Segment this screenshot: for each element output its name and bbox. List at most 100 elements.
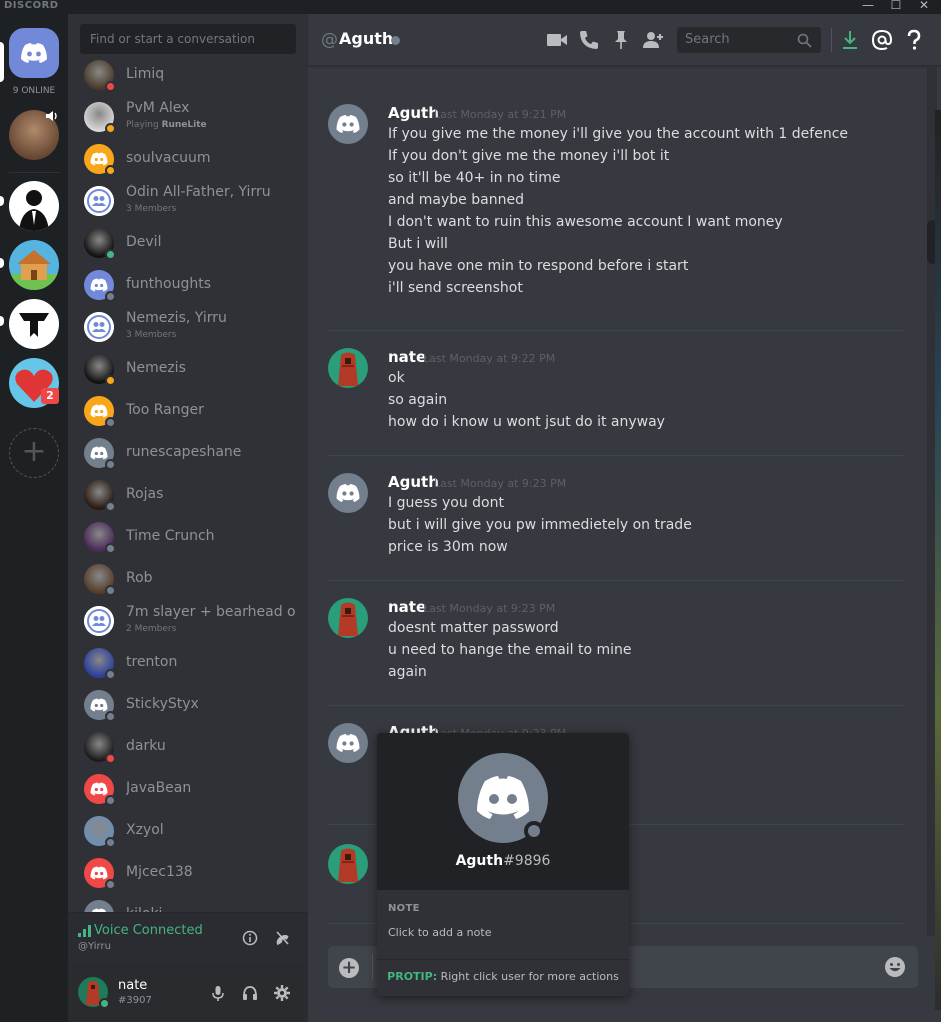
- download-icon[interactable]: [838, 28, 862, 52]
- dm-item[interactable]: kiloki: [68, 894, 308, 912]
- header-divider: [831, 28, 832, 52]
- dm-item[interactable]: PvM Alex Playing RuneLite: [68, 96, 308, 138]
- microphone-icon[interactable]: [209, 984, 227, 1002]
- mention-badge: 2: [41, 388, 59, 404]
- dm-item[interactable]: Nemezis: [68, 348, 308, 390]
- dm-item[interactable]: soulvacuum: [68, 138, 308, 180]
- message-text: i'll send screenshot: [388, 280, 523, 296]
- dm-item[interactable]: Rojas: [68, 474, 308, 516]
- dm-name: Xzyol: [126, 822, 164, 838]
- dm-name: Mjcec138: [126, 864, 193, 880]
- dm-name: Devil: [126, 234, 162, 250]
- dm-name: StickyStyx: [126, 696, 199, 712]
- maximize-button[interactable]: ☐: [886, 0, 906, 14]
- upload-plus-icon[interactable]: +: [339, 958, 359, 978]
- status-indicator: [105, 291, 116, 302]
- app-brand: DISCORD: [4, 0, 59, 11]
- dm-item[interactable]: 7m slayer + bearhead or... 2 Members: [68, 600, 308, 642]
- message-text: u need to hange the email to mine: [388, 642, 632, 658]
- dm-item[interactable]: darku: [68, 726, 308, 768]
- message-timestamp: Last Monday at 9:23 PM: [423, 602, 556, 615]
- dm-subtext: 2 Members: [126, 624, 177, 634]
- author-avatar[interactable]: [328, 348, 368, 388]
- dm-item[interactable]: Time Crunch: [68, 516, 308, 558]
- group-dm-icon: [84, 186, 114, 216]
- author-avatar[interactable]: [328, 473, 368, 513]
- emoji-picker-icon[interactable]: [884, 956, 906, 978]
- author-name[interactable]: Aguth: [388, 104, 439, 122]
- dm-item[interactable]: Devil: [68, 222, 308, 264]
- message-divider: [328, 330, 904, 331]
- author-name[interactable]: Aguth: [388, 473, 439, 491]
- author-avatar[interactable]: [328, 104, 368, 144]
- status-indicator: [105, 165, 116, 176]
- headphones-icon[interactable]: [241, 984, 259, 1002]
- minimize-button[interactable]: —: [858, 0, 878, 14]
- info-icon[interactable]: [242, 930, 258, 946]
- server-house[interactable]: [9, 240, 59, 290]
- dm-name: trenton: [126, 654, 178, 670]
- popout-username[interactable]: Aguth#9896: [377, 853, 629, 869]
- help-icon[interactable]: [902, 28, 926, 52]
- server-suit-man[interactable]: [9, 181, 59, 231]
- dm-name: darku: [126, 738, 166, 754]
- search-icon: [797, 33, 812, 48]
- voice-status[interactable]: Voice Connected: [94, 923, 203, 938]
- dm-item[interactable]: Xzyol: [68, 810, 308, 852]
- add-server-button[interactable]: +: [9, 428, 59, 478]
- author-avatar[interactable]: [328, 598, 368, 638]
- dm-item[interactable]: Nemezis, Yirru 3 Members: [68, 306, 308, 348]
- message-text: price is 30m now: [388, 539, 508, 555]
- status-indicator: [105, 459, 116, 470]
- dm-item[interactable]: Limiq: [68, 56, 308, 96]
- status-indicator: [105, 249, 116, 260]
- speaker-icon: [46, 111, 57, 121]
- status-indicator: [105, 543, 116, 554]
- dm-item[interactable]: runescapeshane: [68, 432, 308, 474]
- dm-sidebar: Find or start a conversation Limiq PvM Al…: [68, 14, 308, 1022]
- message-text: If you give me the money i'll give you t…: [388, 126, 849, 142]
- discord-app: DISCORD — ☐ ✕ 9 ONLINE 2 + Find or start…: [0, 0, 941, 1022]
- server-list: 9 ONLINE 2 +: [0, 14, 68, 1022]
- popout-status-indicator: [524, 821, 544, 841]
- dm-subtext: Playing RuneLite: [126, 120, 207, 130]
- server-tf-logo[interactable]: [9, 299, 59, 349]
- group-dm-icon: [84, 312, 114, 342]
- message-text: I don't want to ruin this awesome accoun…: [388, 214, 783, 230]
- note-input[interactable]: Click to add a note: [388, 926, 491, 939]
- voice-call-icon[interactable]: [577, 28, 601, 52]
- dm-item[interactable]: funthoughts: [68, 264, 308, 306]
- pin-icon[interactable]: [609, 28, 633, 52]
- dm-item[interactable]: trenton: [68, 642, 308, 684]
- home-button[interactable]: [9, 28, 59, 78]
- mentions-icon[interactable]: [870, 28, 894, 52]
- message-text: so again: [388, 392, 448, 408]
- author-name[interactable]: nate: [388, 598, 426, 616]
- author-avatar[interactable]: [328, 723, 368, 763]
- add-friend-icon[interactable]: [641, 28, 665, 52]
- message-divider: [328, 455, 904, 456]
- dm-item[interactable]: Rob: [68, 558, 308, 600]
- author-avatar[interactable]: [328, 844, 368, 884]
- message-text: I guess you dont: [388, 495, 504, 511]
- dm-item[interactable]: StickyStyx: [68, 684, 308, 726]
- default-avatar-icon: [84, 900, 114, 912]
- discord-logo-icon: [21, 43, 47, 63]
- dm-item[interactable]: Mjcec138: [68, 852, 308, 894]
- dm-item[interactable]: Ódin All-Father, Yirru 3 Members: [68, 180, 308, 222]
- dm-item[interactable]: JavaBean: [68, 768, 308, 810]
- signal-icon: [78, 925, 91, 937]
- message-timestamp: Last Monday at 9:23 PM: [434, 477, 567, 490]
- message-text: If you don't give me the money i'll bot …: [388, 148, 670, 164]
- dm-subtext: 3 Members: [126, 204, 177, 214]
- title-bar: DISCORD — ☐ ✕: [0, 0, 941, 14]
- close-window-button[interactable]: ✕: [914, 0, 934, 14]
- unread-indicator: [0, 196, 4, 206]
- author-name[interactable]: nate: [388, 348, 426, 366]
- status-indicator: [105, 711, 116, 722]
- disconnect-icon[interactable]: [273, 930, 291, 946]
- find-conversation-input[interactable]: Find or start a conversation: [80, 24, 296, 54]
- dm-item[interactable]: Too Ranger: [68, 390, 308, 432]
- settings-gear-icon[interactable]: [273, 984, 291, 1002]
- video-call-icon[interactable]: [545, 28, 569, 52]
